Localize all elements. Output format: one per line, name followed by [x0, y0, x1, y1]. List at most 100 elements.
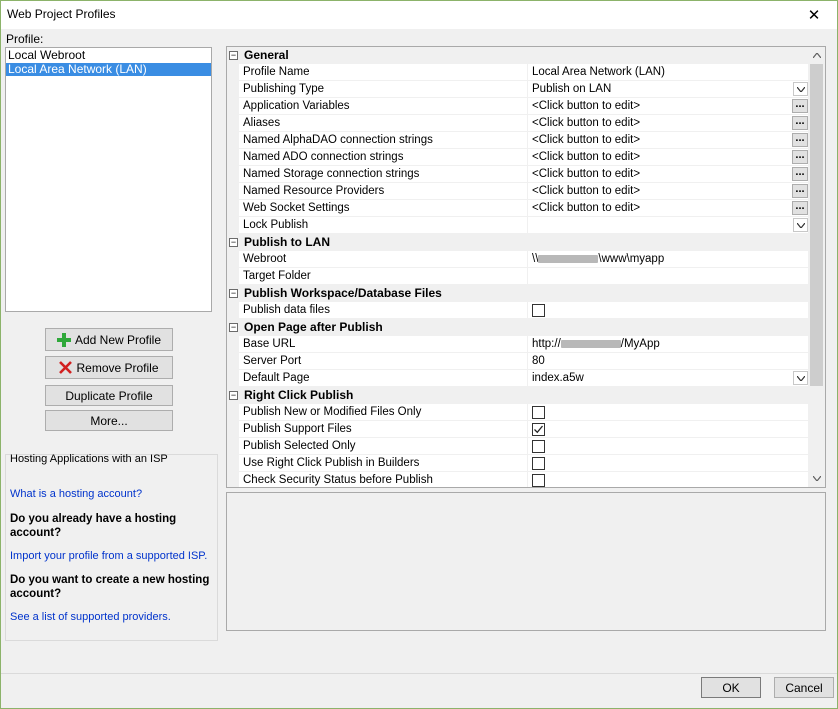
- rc-checkbox[interactable]: [532, 457, 545, 470]
- window-title: Web Project Profiles: [7, 7, 116, 21]
- property-value[interactable]: [527, 455, 809, 471]
- scroll-down-button[interactable]: [808, 470, 825, 487]
- property-value[interactable]: [527, 438, 809, 454]
- grid-row-profile-name[interactable]: Profile Name Local Area Network (LAN): [239, 64, 809, 81]
- property-value[interactable]: index.a5w: [527, 370, 809, 386]
- grid-row-new-modified-only[interactable]: Publish New or Modified Files Only: [239, 404, 809, 421]
- property-value[interactable]: <Click button to edit>...: [527, 98, 809, 114]
- ellipsis-button[interactable]: ...: [792, 201, 808, 215]
- property-value[interactable]: Local Area Network (LAN): [527, 64, 809, 80]
- grid-scrollbar[interactable]: [808, 47, 825, 487]
- property-value[interactable]: [527, 217, 809, 233]
- property-value[interactable]: <Click button to edit>...: [527, 115, 809, 131]
- property-name: Aliases: [243, 117, 281, 129]
- more-button[interactable]: More...: [45, 410, 173, 431]
- profile-item-local-webroot[interactable]: Local Webroot: [6, 49, 211, 62]
- rc-checkbox[interactable]: [532, 406, 545, 419]
- category-general[interactable]: − General: [227, 47, 809, 64]
- grid-row-support-files[interactable]: Publish Support Files: [239, 421, 809, 438]
- grid-row-target-folder[interactable]: Target Folder: [239, 268, 809, 285]
- scroll-thumb[interactable]: [810, 64, 823, 386]
- grid-row-default-page[interactable]: Default Page index.a5w: [239, 370, 809, 387]
- grid-row-selected-only[interactable]: Publish Selected Only: [239, 438, 809, 455]
- close-button[interactable]: ✕: [791, 1, 837, 29]
- ellipsis-button[interactable]: ...: [792, 133, 808, 147]
- property-value[interactable]: [527, 268, 809, 284]
- collapse-icon[interactable]: −: [229, 323, 238, 332]
- collapse-icon[interactable]: −: [229, 51, 238, 60]
- property-value[interactable]: [527, 472, 809, 487]
- property-value[interactable]: [527, 404, 809, 420]
- grid-row-alphadao-strings[interactable]: Named AlphaDAO connection strings <Click…: [239, 132, 809, 149]
- ellipsis-button[interactable]: ...: [792, 116, 808, 130]
- grid-row-application-variables[interactable]: Application Variables <Click button to e…: [239, 98, 809, 115]
- cancel-button[interactable]: Cancel: [774, 677, 834, 698]
- scroll-up-button[interactable]: [808, 47, 825, 64]
- collapse-icon[interactable]: −: [229, 238, 238, 247]
- grid-row-webroot[interactable]: Webroot \\ \www\myapp: [239, 251, 809, 268]
- supported-providers-link[interactable]: See a list of supported providers.: [10, 611, 171, 623]
- value-text: Publish on LAN: [532, 83, 612, 95]
- rc-checkbox[interactable]: [532, 423, 545, 436]
- rc-checkbox[interactable]: [532, 474, 545, 487]
- property-value[interactable]: <Click button to edit>...: [527, 200, 809, 216]
- property-name: Base URL: [243, 338, 296, 350]
- duplicate-profile-button[interactable]: Duplicate Profile: [45, 385, 173, 406]
- hosting-account-link[interactable]: What is a hosting account?: [10, 488, 142, 500]
- ok-button[interactable]: OK: [701, 677, 761, 698]
- grid-row-aliases[interactable]: Aliases <Click button to edit>...: [239, 115, 809, 132]
- property-name: Default Page: [243, 372, 310, 384]
- property-value[interactable]: 80: [527, 353, 809, 369]
- grid-row-publishing-type[interactable]: Publishing Type Publish on LAN: [239, 81, 809, 98]
- ellipsis-button[interactable]: ...: [792, 99, 808, 113]
- value-text: <Click button to edit>: [532, 151, 641, 163]
- property-value[interactable]: <Click button to edit>...: [527, 183, 809, 199]
- rc-checkbox[interactable]: [532, 440, 545, 453]
- profile-list[interactable]: Local Webroot Local Area Network (LAN): [5, 47, 212, 312]
- grid-row-lock-publish[interactable]: Lock Publish: [239, 217, 809, 234]
- grid-row-server-port[interactable]: Server Port 80: [239, 353, 809, 370]
- add-new-profile-button[interactable]: Add New Profile: [45, 328, 173, 351]
- publish-data-checkbox[interactable]: [532, 304, 545, 317]
- grid-row-publish-data-files[interactable]: Publish data files: [239, 302, 809, 319]
- property-value[interactable]: http:// /MyApp: [527, 336, 809, 352]
- property-value[interactable]: <Click button to edit>...: [527, 132, 809, 148]
- grid-row-resource-providers[interactable]: Named Resource Providers <Click button t…: [239, 183, 809, 200]
- ellipsis-button[interactable]: ...: [792, 150, 808, 164]
- more-label: More...: [90, 413, 128, 428]
- dropdown-button[interactable]: [793, 218, 808, 232]
- grid-row-web-socket[interactable]: Web Socket Settings <Click button to edi…: [239, 200, 809, 217]
- property-value[interactable]: \\ \www\myapp: [527, 251, 809, 267]
- remove-profile-button[interactable]: Remove Profile: [45, 356, 173, 379]
- category-workspace-files[interactable]: − Publish Workspace/Database Files: [227, 285, 809, 302]
- dropdown-button[interactable]: [793, 371, 808, 385]
- category-publish-lan[interactable]: − Publish to LAN: [227, 234, 809, 251]
- title-bar: Web Project Profiles ✕: [1, 1, 837, 29]
- category-open-page[interactable]: − Open Page after Publish: [227, 319, 809, 336]
- grid-row-ado-strings[interactable]: Named ADO connection strings <Click butt…: [239, 149, 809, 166]
- property-name: Application Variables: [243, 100, 350, 112]
- grid-row-storage-strings[interactable]: Named Storage connection strings <Click …: [239, 166, 809, 183]
- profile-item-lan[interactable]: Local Area Network (LAN): [6, 63, 211, 76]
- hosting-question-new: Do you want to create a new hosting acco…: [10, 574, 210, 600]
- import-profile-link[interactable]: Import your profile from a supported ISP…: [10, 550, 207, 562]
- value-text: http://: [532, 338, 561, 350]
- property-value[interactable]: [527, 421, 809, 437]
- property-value[interactable]: [527, 302, 809, 318]
- collapse-icon[interactable]: −: [229, 391, 238, 400]
- grid-row-security-status[interactable]: Check Security Status before Publish: [239, 472, 809, 487]
- grid-row-builders[interactable]: Use Right Click Publish in Builders: [239, 455, 809, 472]
- property-name: Check Security Status before Publish: [243, 474, 433, 486]
- property-value[interactable]: Publish on LAN: [527, 81, 809, 97]
- grid-row-base-url[interactable]: Base URL http:// /MyApp: [239, 336, 809, 353]
- collapse-icon[interactable]: −: [229, 289, 238, 298]
- property-value[interactable]: <Click button to edit>...: [527, 166, 809, 182]
- ellipsis-button[interactable]: ...: [792, 167, 808, 181]
- property-value[interactable]: <Click button to edit>...: [527, 149, 809, 165]
- ellipsis-button[interactable]: ...: [792, 184, 808, 198]
- category-right-click[interactable]: − Right Click Publish: [227, 387, 809, 404]
- dropdown-button[interactable]: [793, 82, 808, 96]
- profile-label: Profile:: [6, 32, 44, 46]
- property-grid[interactable]: − General Profile Name Local Area Networ…: [226, 46, 826, 488]
- hosting-question-existing: Do you already have a hosting account?: [10, 513, 177, 539]
